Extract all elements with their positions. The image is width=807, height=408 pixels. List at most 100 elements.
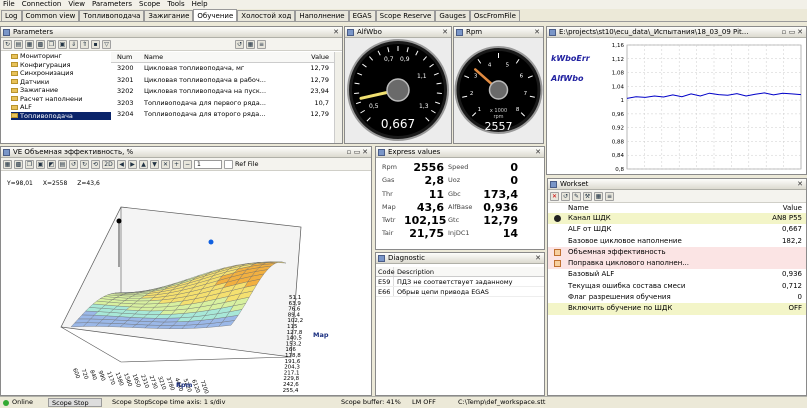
tab-scope-reserve[interactable]: Scope Reserve [375, 10, 436, 21]
tree-item[interactable]: Синхронизация [11, 69, 111, 78]
vertical-scrollbar[interactable] [334, 52, 342, 143]
table-icon[interactable]: ▤ [58, 159, 67, 169]
zoom-in-icon[interactable]: + [172, 159, 181, 169]
menu-parameters[interactable]: Parameters [92, 0, 132, 9]
arrow-down-icon[interactable]: ▼ [150, 159, 159, 169]
step-select[interactable]: 1 [194, 159, 222, 169]
delete-icon[interactable]: ✕ [550, 191, 559, 201]
undo-icon[interactable]: ↺ [69, 159, 78, 169]
arrow-right-icon[interactable]: ▶ [128, 159, 137, 169]
ve-cursor-dot[interactable] [208, 239, 214, 245]
cross-icon[interactable]: ✕ [161, 159, 170, 169]
import-icon[interactable]: ⇓ [69, 39, 78, 49]
list-view-icon[interactable]: ≡ [605, 191, 614, 201]
pin-icon[interactable]: ✎ [572, 191, 581, 201]
undo-icon[interactable]: ↺ [561, 191, 570, 201]
ve-3d-surface[interactable]: 600 720 840 990 1170138015601950231027303210… [1, 187, 371, 396]
tab-idle[interactable]: Холостой ход [237, 10, 296, 21]
menu-help[interactable]: Help [192, 0, 208, 9]
table-row[interactable]: Объемная эффективность [548, 246, 806, 259]
checkbox-ref-file[interactable] [224, 159, 233, 169]
table-row[interactable]: 3203 Топливоподача для первого ряда... 10,… [111, 98, 337, 110]
close-icon[interactable]: ✕ [533, 28, 541, 36]
save-icon[interactable]: ▪ [91, 39, 100, 49]
tab-egas[interactable]: EGAS [348, 10, 376, 21]
restore-icon[interactable]: ▭ [788, 28, 796, 36]
menu-view[interactable]: View [68, 0, 85, 9]
paste-icon[interactable]: ▣ [36, 159, 45, 169]
refresh-icon[interactable]: ↻ [3, 39, 12, 49]
grid-view-icon[interactable]: ▦ [246, 39, 255, 49]
menu-scope[interactable]: Scope [139, 0, 160, 9]
scope-stop-button[interactable]: Scope Stop [48, 398, 102, 407]
paste-icon[interactable]: ▣ [58, 39, 67, 49]
table-row[interactable]: ALF от ШДК 0,667 [548, 224, 806, 235]
undo-icon[interactable]: ↺ [235, 39, 244, 49]
copy-icon[interactable]: ❐ [47, 39, 56, 49]
tab-gauges[interactable]: Gauges [435, 10, 470, 21]
rotate-icon[interactable]: ⟲ [91, 159, 100, 169]
graph-icon[interactable]: ◩ [47, 159, 56, 169]
tab-common-view[interactable]: Common view [21, 10, 80, 21]
arrow-left-icon[interactable]: ◀ [117, 159, 126, 169]
write-icon[interactable]: ▩ [36, 39, 45, 49]
rpm-gauge: 12345678 x 1000 rpm 2557 [454, 38, 543, 143]
tab-osc-from-file[interactable]: OscFromFile [469, 10, 520, 21]
tree-item[interactable]: Мониторинг [11, 52, 111, 61]
grid-view-icon[interactable]: ▦ [594, 191, 603, 201]
table-row[interactable]: Включить обучение по ШДК OFF [548, 303, 806, 315]
close-icon[interactable]: ✕ [796, 28, 804, 36]
tab-ignition[interactable]: Зажигание [144, 10, 194, 21]
close-icon[interactable]: ✕ [534, 148, 542, 156]
tree-item[interactable]: Расчет наполнени [11, 95, 111, 104]
table-row[interactable]: Флаг разрешения обучения 0 [548, 292, 806, 303]
close-icon[interactable]: ✕ [361, 148, 369, 156]
tree-item[interactable]: Зажигание [11, 86, 111, 95]
express-grid: Rpm 2556 Speed 0 Gas 2,8 Uoz 0 Thr 11 Gbc 173,4 M… [378, 161, 518, 241]
read-icon[interactable]: ▦ [3, 159, 12, 169]
minimize-icon[interactable]: ▫ [345, 148, 353, 156]
tab-filling[interactable]: Наполнение [295, 10, 349, 21]
restore-icon[interactable]: ▭ [353, 148, 361, 156]
close-icon[interactable]: ✕ [332, 28, 340, 36]
arrow-up-icon[interactable]: ▲ [139, 159, 148, 169]
table-row[interactable]: 3201 Цикловая топливоподача в рабоч... 12,… [111, 75, 337, 87]
export-icon[interactable]: ⇑ [80, 39, 89, 49]
folder-icon [11, 96, 18, 101]
tree-item[interactable]: Конфигурация [11, 61, 111, 70]
table-row[interactable]: Базовое цикловое наполнение 182,2 [548, 236, 806, 247]
read-icon[interactable]: ▦ [25, 39, 34, 49]
menu-connection[interactable]: Connection [22, 0, 62, 9]
zoom-out-icon[interactable]: − [183, 159, 192, 169]
copy-icon[interactable]: ❐ [25, 159, 34, 169]
tab-learning[interactable]: Обучение [193, 9, 238, 21]
tab-fuel[interactable]: Топливоподача [79, 10, 145, 21]
toggle-2d-button[interactable]: 2D [102, 159, 115, 169]
menu-file[interactable]: File [3, 0, 15, 9]
menu-tools[interactable]: Tools [167, 0, 184, 9]
tree-item-selected[interactable]: Топливоподача [11, 111, 111, 120]
table-row[interactable]: 3200 Цикловая топливоподача, мг 12,79 [111, 63, 337, 75]
close-icon[interactable]: ✕ [441, 28, 449, 36]
redo-icon[interactable]: ↻ [80, 159, 89, 169]
table-row[interactable]: Базовый ALF 0,936 [548, 269, 806, 280]
table-row[interactable]: E59 ПДЗ не соответствует заданному [376, 277, 544, 287]
tree-item[interactable]: Датчики [11, 78, 111, 87]
wrench-icon[interactable]: ⚒ [583, 191, 592, 201]
table-row[interactable]: Канал ШДК AN8 P55 [548, 213, 806, 225]
minimize-icon[interactable]: ▫ [780, 28, 788, 36]
tab-log[interactable]: Log [1, 10, 22, 21]
list-view-icon[interactable]: ≡ [257, 39, 266, 49]
close-icon[interactable]: ✕ [534, 254, 542, 262]
close-icon[interactable]: ✕ [796, 180, 804, 188]
tree-item[interactable]: ALF [11, 103, 111, 112]
write-icon[interactable]: ▩ [14, 159, 23, 169]
parameters-title: Parameters [13, 27, 54, 36]
filter-icon[interactable]: ▽ [102, 39, 111, 49]
table-row[interactable]: 3204 Топливоподача для второго ряда... 12,… [111, 109, 337, 121]
table-row[interactable]: 3202 Цикловая топливоподача на пуск... 23,… [111, 86, 337, 98]
table-row[interactable]: E66 Обрыв цепи привода EGAS [376, 287, 544, 297]
table-row[interactable]: Поправка циклового наполнен... [548, 258, 806, 270]
table-row[interactable]: Текущая ошибка состава смеси 0,712 [548, 281, 806, 292]
folder-open-icon[interactable]: ▤ [14, 39, 23, 49]
